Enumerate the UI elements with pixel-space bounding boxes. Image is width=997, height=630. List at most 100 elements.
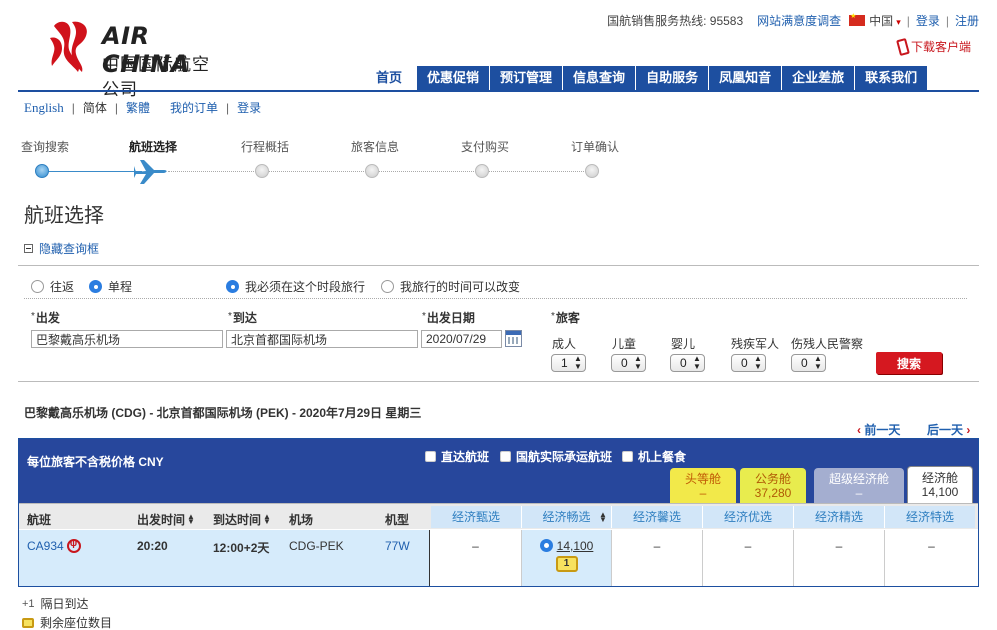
- collapse-icon: [24, 244, 33, 253]
- pax-child-label: 儿童: [612, 337, 637, 351]
- phoenix-logo-icon: [50, 21, 87, 72]
- departure-date-input[interactable]: [421, 330, 502, 348]
- fare-col-0: 经济甄选: [431, 506, 521, 528]
- login-link[interactable]: 登录: [916, 12, 940, 29]
- flight-results-table: 每位旅客不含税价格 CNY 直达航班 国航实际承运航班 机上餐食 头等舱 – 公务…: [18, 438, 979, 587]
- tab-first-class[interactable]: 头等舱 –: [670, 468, 736, 503]
- nav-phoenix-miles[interactable]: 凤凰知音: [708, 66, 782, 90]
- step-label-itinerary: 行程概括: [241, 140, 290, 154]
- my-orders-link[interactable]: 我的订单: [170, 99, 218, 116]
- fare-col-4: 经济精选: [793, 506, 884, 528]
- nav-corporate-travel[interactable]: 企业差旅: [781, 66, 855, 90]
- nav-home[interactable]: 首页: [361, 66, 417, 90]
- nav-promotions[interactable]: 优惠促销: [416, 66, 490, 90]
- pax-disabled-police-select[interactable]: 0 ▲ ▼: [791, 354, 826, 372]
- fare-col-2: 经济馨选: [611, 506, 702, 528]
- legend-seats: 剩余座位数目: [22, 614, 112, 630]
- nav-self-service[interactable]: 自助服务: [635, 66, 709, 90]
- page-title: 航班选择: [24, 205, 104, 227]
- booking-progress-steps: 查询搜索 航班选择 行程概括 旅客信息 支付购买 订单确认: [18, 136, 638, 186]
- step-label-payment: 支付购买: [461, 140, 510, 154]
- flexible-time-radio[interactable]: 我旅行的时间可以改变: [381, 278, 520, 295]
- top-utility-bar: 国航销售服务热线: 95583 网站满意度调查 中国▾ | 登录 | 注册: [607, 12, 979, 29]
- aircraft-link[interactable]: 77W: [385, 539, 410, 553]
- calendar-icon[interactable]: [505, 330, 522, 347]
- checkbox[interactable]: [500, 451, 511, 462]
- nav-info-query[interactable]: 信息查询: [562, 66, 636, 90]
- divider: [18, 381, 979, 382]
- up-down-arrows-icon: ▲ ▼: [574, 354, 582, 371]
- lang-simplified[interactable]: 简体: [83, 99, 107, 116]
- next-day-link[interactable]: 后一天 ›: [927, 421, 970, 438]
- lang-english-link[interactable]: English: [24, 100, 64, 116]
- step-label-confirm: 订单确认: [571, 140, 620, 154]
- tab-business-class[interactable]: 公务舱 37,280: [740, 468, 806, 503]
- sort-icon: ▲ ▼: [263, 512, 271, 526]
- fare-cell-0: –: [472, 539, 479, 553]
- chevron-left-icon: ‹: [857, 423, 861, 437]
- filter-air-china-operated[interactable]: 国航实际承运航班: [500, 448, 612, 465]
- step-label-search: 查询搜索: [21, 140, 70, 154]
- divider: [18, 265, 979, 266]
- pax-adult-select[interactable]: 1 ▲ ▼: [551, 354, 586, 372]
- pax-disabled-police-label: 伤残人民警察: [791, 337, 864, 351]
- form-divider: [24, 298, 967, 299]
- fare-cell-1[interactable]: 14,100 1: [521, 530, 611, 586]
- sort-icon: ▲ ▼: [187, 512, 195, 526]
- to-label: *到达: [228, 311, 257, 325]
- lang-traditional-link[interactable]: 繁體: [126, 99, 150, 116]
- filter-meal[interactable]: 机上餐食: [622, 448, 686, 465]
- fare-selected-radio[interactable]: [539, 539, 553, 552]
- checkbox[interactable]: [425, 451, 436, 462]
- col-flight: 航班: [27, 513, 52, 527]
- register-link[interactable]: 注册: [955, 12, 979, 29]
- tab-premium-economy[interactable]: 超级经济舱 –: [814, 468, 904, 503]
- sales-hotline: 国航销售服务热线: 95583: [607, 14, 744, 28]
- airplane-icon: [134, 160, 167, 184]
- roundtrip-radio[interactable]: 往返: [31, 278, 74, 295]
- brand-name-cn: 中国国际航空公司: [102, 55, 210, 100]
- col-aircraft: 机型: [385, 513, 410, 527]
- pax-infant-select[interactable]: 0 ▲ ▼: [670, 354, 705, 372]
- fare-price[interactable]: 14,100: [557, 539, 594, 553]
- country-selector[interactable]: 中国 ▾: [869, 12, 901, 29]
- pax-child-select[interactable]: 0 ▲ ▼: [611, 354, 646, 372]
- fare-cell-2: –: [611, 530, 702, 586]
- oneway-radio[interactable]: 单程: [89, 278, 132, 295]
- tab-economy[interactable]: 经济舱 14,100: [907, 466, 973, 505]
- pax-disabled-military-select[interactable]: 0 ▲ ▼: [731, 354, 766, 372]
- checkbox[interactable]: [622, 451, 633, 462]
- step-remaining-line: [168, 171, 598, 172]
- search-button[interactable]: 搜索: [876, 352, 942, 374]
- next-day-mark: +1: [22, 597, 35, 610]
- satisfaction-survey-link[interactable]: 网站满意度调查: [757, 12, 841, 29]
- col-depart-time[interactable]: 出发时间 ▲ ▼: [137, 511, 195, 528]
- filter-direct-flights[interactable]: 直达航班: [425, 448, 489, 465]
- download-app-link[interactable]: 下载客户端: [896, 37, 971, 56]
- up-down-arrows-icon: ▲ ▼: [754, 354, 762, 371]
- up-down-arrows-icon: ▲ ▼: [814, 354, 822, 371]
- chevron-right-icon: ›: [966, 423, 971, 437]
- from-label: *出发: [31, 311, 60, 325]
- fare-col-1[interactable]: 经济畅选 ▲ ▼: [521, 506, 611, 528]
- to-airport-input[interactable]: [226, 330, 418, 348]
- table-row: CA934 20:20 12:00+2天 CDG-PEK 77W – 14,10…: [19, 530, 978, 586]
- col-arrive-time[interactable]: 到达时间 ▲ ▼: [213, 511, 271, 528]
- fixed-time-radio[interactable]: 我必须在这个时段旅行: [226, 278, 365, 295]
- results-header: 每位旅客不含税价格 CNY 直达航班 国航实际承运航班 机上餐食 头等舱 – 公务…: [19, 439, 978, 505]
- depart-time: 20:20: [137, 539, 168, 553]
- step-progress-line: [42, 171, 142, 172]
- pax-infant-label: 婴儿: [671, 337, 696, 351]
- mobile-phone-icon: [896, 37, 910, 56]
- fare-col-5: 经济特选: [884, 506, 975, 528]
- from-airport-input[interactable]: [31, 330, 223, 348]
- sub-login-link[interactable]: 登录: [237, 99, 261, 116]
- air-china-logo[interactable]: AIR CHINA 中国国际航空公司: [48, 18, 223, 100]
- nav-booking-management[interactable]: 预订管理: [489, 66, 563, 90]
- step-dot-search: [35, 164, 49, 178]
- flight-number-link[interactable]: CA934: [27, 538, 81, 553]
- passenger-label: *旅客: [551, 311, 580, 325]
- previous-day-link[interactable]: ‹ 前一天: [857, 421, 900, 438]
- nav-contact-us[interactable]: 联系我们: [854, 66, 928, 90]
- hide-search-toggle[interactable]: 隐藏查询框: [24, 240, 99, 257]
